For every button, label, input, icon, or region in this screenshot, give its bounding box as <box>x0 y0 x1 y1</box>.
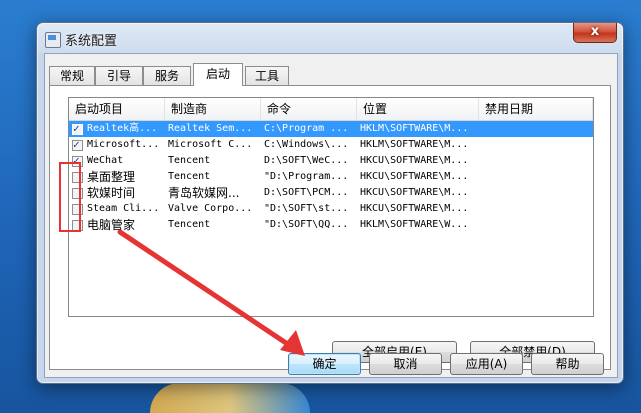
close-button[interactable]: x <box>573 23 617 43</box>
startup-item-command: D:\SOFT\WeC... <box>264 155 349 166</box>
startup-item-disabled-date <box>479 137 593 153</box>
close-icon: x <box>590 24 600 39</box>
startup-item-disabled-date <box>479 185 593 201</box>
startup-item-disabled-date <box>479 201 593 217</box>
ok-button[interactable]: 确定 <box>288 353 361 375</box>
system-config-icon <box>45 32 61 48</box>
startup-item-name: Steam Cli... <box>87 203 160 214</box>
startup-item-location: HKCU\SOFTWARE\M... <box>360 171 469 182</box>
startup-item-name: Realtek高... <box>87 123 158 134</box>
startup-item-command: D:\SOFT\PCM... <box>264 187 349 198</box>
startup-item-maker: Realtek Sem... <box>168 123 253 134</box>
startup-item-location: HKLM\SOFTWARE\M... <box>360 123 469 134</box>
annotation-highlight-box <box>59 162 81 232</box>
startup-item-location: HKLM\SOFTWARE\M... <box>360 139 469 150</box>
startup-item-disabled-date <box>479 169 593 185</box>
startup-tab-panel: 启动项目 制造商 命令 位置 禁用日期 Realtek高... Realtek … <box>49 85 611 370</box>
table-row[interactable]: 电脑管家 Tencent "D:\SOFT\QQ... HKLM\SOFTWAR… <box>69 217 593 233</box>
startup-item-command: "D:\SOFT\QQ... <box>264 219 349 230</box>
startup-item-maker: 青岛软媒网... <box>168 186 240 200</box>
list-header: 启动项目 制造商 命令 位置 禁用日期 <box>69 98 593 121</box>
table-row[interactable]: 桌面整理 Tencent "D:\Program... HKCU\SOFTWAR… <box>69 169 593 185</box>
column-header-manufacturer[interactable]: 制造商 <box>165 98 261 120</box>
startup-item-command: C:\Program ... <box>264 123 349 134</box>
startup-item-name: Microsoft... <box>87 139 160 150</box>
startup-item-disabled-date <box>479 121 593 137</box>
startup-item-location: HKCU\SOFTWARE\M... <box>360 155 469 166</box>
tab-tools[interactable]: 工具 <box>245 66 289 85</box>
startup-item-command: "D:\Program... <box>264 171 349 182</box>
startup-item-name: 桌面整理 <box>87 170 136 184</box>
help-button[interactable]: 帮助 <box>531 353 604 375</box>
tab-general[interactable]: 常规 <box>49 66 95 85</box>
column-header-startup-item[interactable]: 启动项目 <box>69 98 165 120</box>
column-header-location[interactable]: 位置 <box>357 98 479 120</box>
table-row[interactable]: Realtek高... Realtek Sem... C:\Program ..… <box>69 121 593 137</box>
system-config-window: 系统配置 x 常规 引导 服务 启动 工具 启动项目 制造商 命令 位置 禁用日… <box>36 22 624 384</box>
startup-item-maker: Tencent <box>168 155 211 166</box>
dialog-client: 常规 引导 服务 启动 工具 启动项目 制造商 命令 位置 禁用日期 Realt… <box>44 53 618 378</box>
startup-item-command: "D:\SOFT\st... <box>264 203 349 214</box>
table-row[interactable]: 软媒时间 青岛软媒网... D:\SOFT\PCM... HKCU\SOFTWA… <box>69 185 593 201</box>
window-title: 系统配置 <box>65 34 118 49</box>
startup-item-maker: Microsoft C... <box>168 139 253 150</box>
tab-boot[interactable]: 引导 <box>95 66 143 85</box>
startup-item-disabled-date <box>479 217 593 233</box>
startup-item-location: HKCU\SOFTWARE\M... <box>360 187 469 198</box>
startup-item-location: HKLM\SOFTWARE\W... <box>360 219 469 230</box>
desktop-wallpaper <box>150 383 310 413</box>
column-header-disabled-date[interactable]: 禁用日期 <box>479 98 593 120</box>
startup-item-name: 软媒时间 <box>87 186 136 200</box>
tab-services[interactable]: 服务 <box>143 66 191 85</box>
table-row[interactable]: WeChat Tencent D:\SOFT\WeC... HKCU\SOFTW… <box>69 153 593 169</box>
cancel-button[interactable]: 取消 <box>369 353 442 375</box>
startup-item-disabled-date <box>479 153 593 169</box>
startup-item-location: HKCU\SOFTWARE\M... <box>360 203 469 214</box>
title-bar[interactable]: 系统配置 x <box>37 23 623 53</box>
startup-list[interactable]: 启动项目 制造商 命令 位置 禁用日期 Realtek高... Realtek … <box>68 97 594 317</box>
table-row[interactable]: Microsoft... Microsoft C... C:\Windows\.… <box>69 137 593 153</box>
apply-button[interactable]: 应用(A) <box>450 353 523 375</box>
startup-checkbox[interactable] <box>72 137 83 153</box>
startup-item-maker: Valve Corpo... <box>168 203 253 214</box>
startup-item-name: 电脑管家 <box>87 218 136 232</box>
startup-item-name: WeChat <box>87 155 124 166</box>
column-header-command[interactable]: 命令 <box>261 98 357 120</box>
startup-item-command: C:\Windows\... <box>264 139 349 150</box>
startup-item-maker: Tencent <box>168 219 211 230</box>
table-row[interactable]: Steam Cli... Valve Corpo... "D:\SOFT\st.… <box>69 201 593 217</box>
tab-startup[interactable]: 启动 <box>193 63 243 86</box>
startup-item-maker: Tencent <box>168 171 211 182</box>
startup-checkbox[interactable] <box>72 121 83 137</box>
